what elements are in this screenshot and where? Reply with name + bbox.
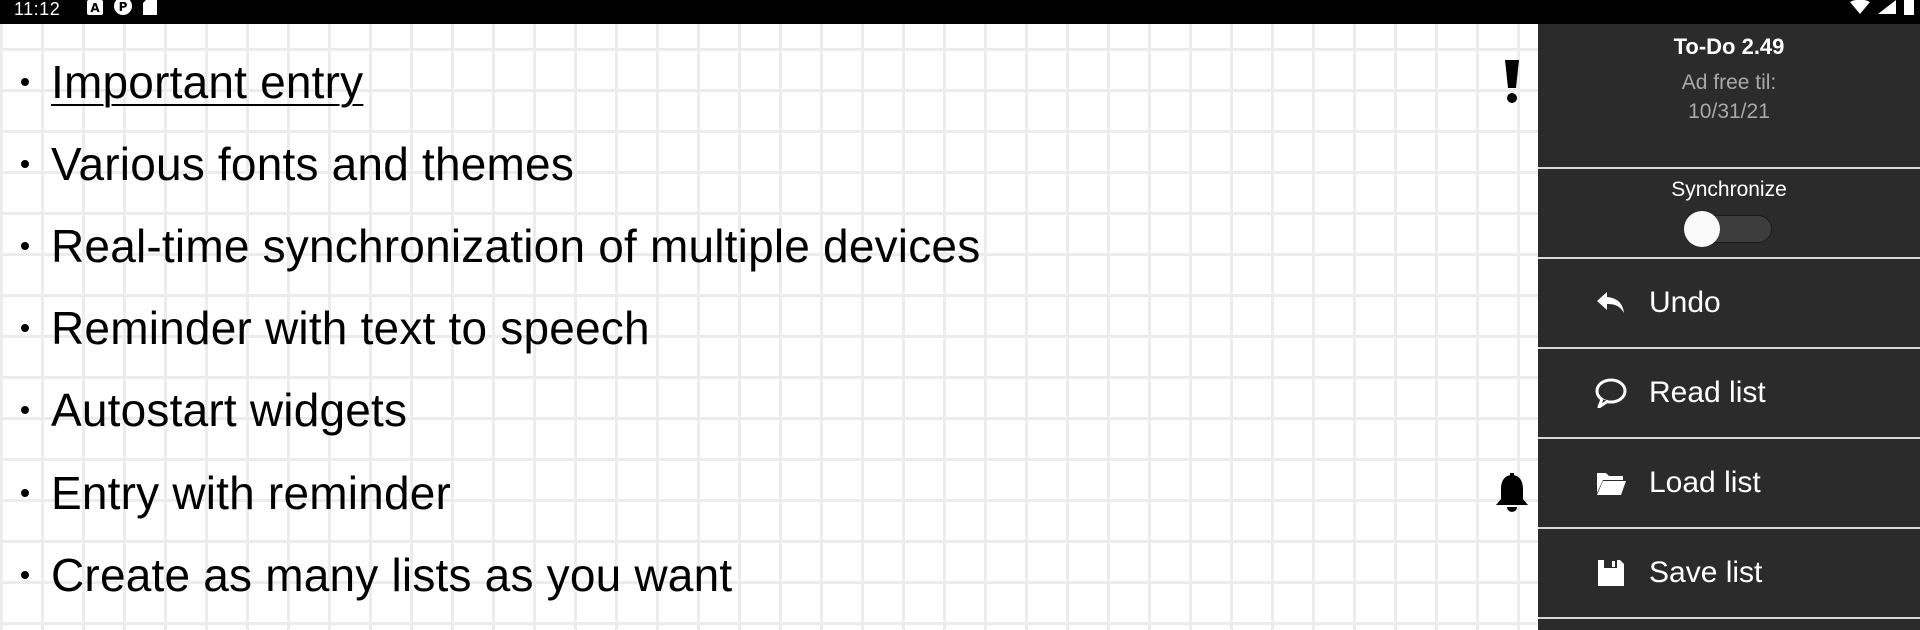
bullet-icon [21, 489, 29, 497]
divider [1538, 617, 1920, 619]
undo-button[interactable]: Undo [1538, 259, 1920, 347]
svg-text:A: A [90, 1, 100, 15]
status-time: 11:12 [14, 0, 61, 19]
bullet-icon [21, 78, 29, 86]
a-icon: A [86, 0, 104, 21]
exclamation-icon [1492, 59, 1532, 105]
ad-free-date: 10/31/21 [1688, 100, 1770, 123]
list-item[interactable]: Important entry [0, 47, 1538, 117]
signal-icon [1878, 0, 1896, 19]
folder-open-icon [1594, 466, 1628, 500]
svg-text:P: P [119, 0, 128, 14]
list-item-text: Entry with reminder [51, 467, 452, 519]
read-list-button[interactable]: Read list [1538, 349, 1920, 437]
bullet-icon [21, 406, 29, 414]
list-item-text: Create as many lists as you want [51, 549, 733, 601]
list-item-text: Important entry [51, 56, 364, 108]
sync-toggle-thumb [1684, 211, 1720, 247]
bell-icon [1492, 470, 1532, 516]
navigation-drawer: To-Do 2.49 Ad free til: 10/31/21 Synchro… [1538, 24, 1920, 630]
list-item[interactable]: Various fonts and themes [0, 129, 1538, 199]
bullet-icon [21, 242, 29, 250]
bullet-icon [21, 571, 29, 579]
load-list-button[interactable]: Load list [1538, 439, 1920, 527]
status-bar: 11:12 A P [0, 0, 1920, 24]
sd-card-icon [142, 0, 158, 21]
menu-item-label: Undo [1649, 286, 1721, 319]
wifi-icon [1850, 0, 1870, 19]
status-system-icons [1850, 0, 1914, 21]
p-icon: P [114, 0, 132, 21]
battery-icon [1904, 0, 1914, 21]
list-item[interactable]: Autostart widgets [0, 375, 1538, 445]
status-notification-icons: A P [86, 0, 158, 21]
menu-item-label: Load list [1649, 466, 1761, 499]
list-item[interactable]: Real-time synchronization of multiple de… [0, 211, 1538, 281]
list-item-text: Real-time synchronization of multiple de… [51, 220, 981, 272]
save-icon [1594, 556, 1628, 590]
list-item-text: Autostart widgets [51, 384, 408, 436]
sync-toggle[interactable] [1684, 211, 1772, 247]
list-item[interactable]: Entry with reminder [0, 458, 1538, 528]
list-item[interactable]: Create as many lists as you want [0, 540, 1538, 610]
bullet-icon [21, 160, 29, 168]
list-item-text: Reminder with text to speech [51, 302, 650, 354]
todo-list[interactable]: Important entry Various fonts and themes… [0, 24, 1538, 630]
bullet-icon [21, 324, 29, 332]
drawer-header: To-Do 2.49 Ad free til: 10/31/21 [1538, 24, 1920, 168]
sync-label: Synchronize [1671, 178, 1787, 201]
ad-free-label: Ad free til: [1681, 71, 1777, 94]
menu-item-label: Save list [1649, 556, 1763, 589]
speech-bubble-icon [1594, 376, 1628, 410]
divider [1538, 167, 1920, 169]
app-title: To-Do 2.49 [1673, 34, 1785, 59]
list-item-text: Various fonts and themes [51, 138, 575, 190]
list-item[interactable]: Reminder with text to speech [0, 293, 1538, 363]
save-list-button[interactable]: Save list [1538, 529, 1920, 617]
menu-item-label: Read list [1649, 376, 1766, 409]
undo-icon [1594, 286, 1628, 320]
